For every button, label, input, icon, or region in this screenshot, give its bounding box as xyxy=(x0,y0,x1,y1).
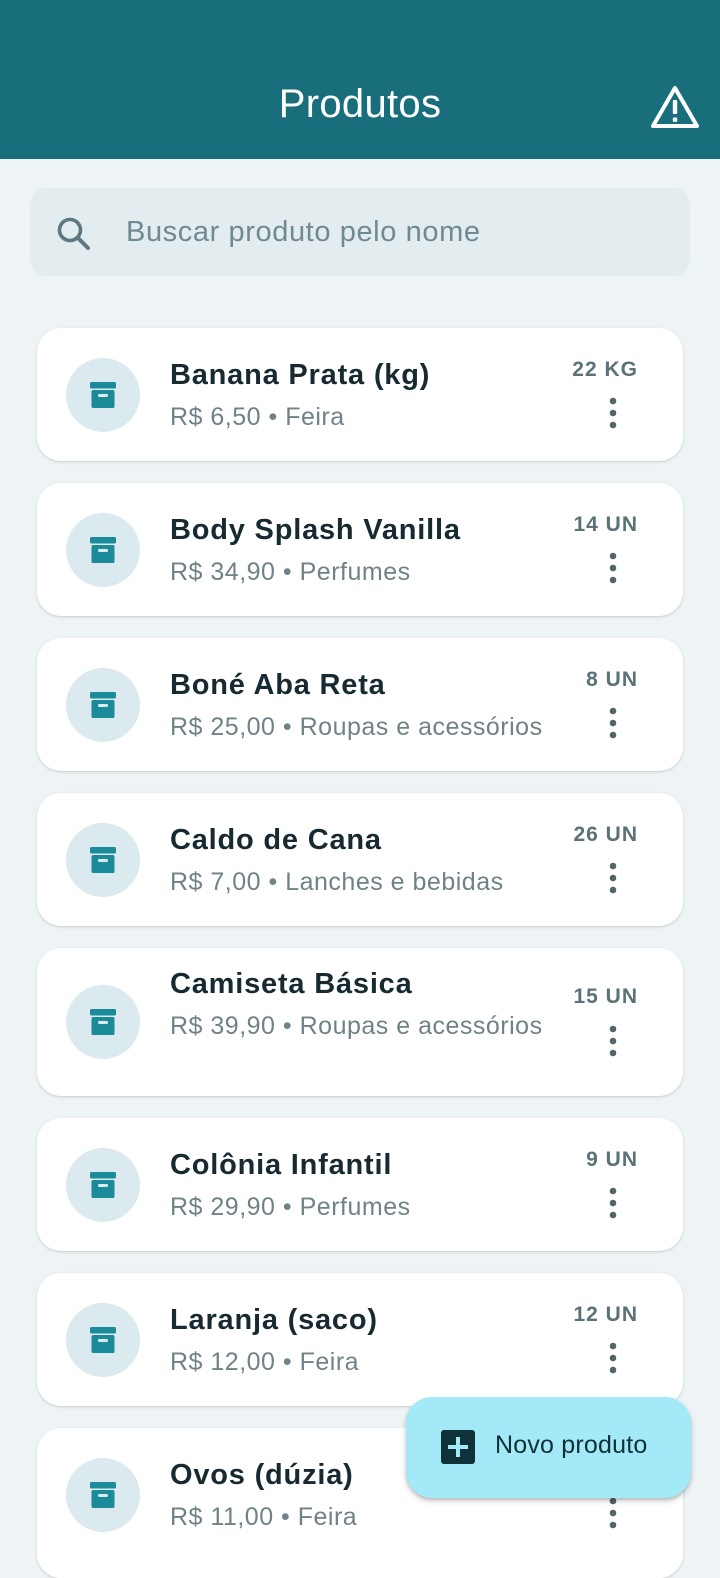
product-card[interactable]: Boné Aba Reta R$ 25,00 • Roupas e acessó… xyxy=(37,638,683,771)
more-vert-icon xyxy=(609,1497,617,1529)
archive-box-icon xyxy=(90,1327,116,1353)
new-product-label: Novo produto xyxy=(495,1431,648,1459)
more-vert-icon xyxy=(609,862,617,894)
archive-box-icon xyxy=(90,692,116,718)
new-product-button[interactable]: Novo produto xyxy=(406,1397,691,1498)
product-name: Body Splash Vanilla xyxy=(170,514,461,546)
more-vert-icon xyxy=(609,1342,617,1374)
product-avatar xyxy=(66,668,140,742)
more-options-button[interactable] xyxy=(599,703,627,743)
product-name: Boné Aba Reta xyxy=(170,669,386,701)
product-name: Laranja (saco) xyxy=(170,1304,378,1336)
product-avatar xyxy=(66,1458,140,1532)
product-name: Caldo de Cana xyxy=(170,824,382,856)
product-card[interactable]: Body Splash Vanilla R$ 34,90 • Perfumes … xyxy=(37,483,683,616)
product-quantity: 8 UN xyxy=(586,668,638,691)
product-avatar xyxy=(66,985,140,1059)
more-vert-icon xyxy=(609,552,617,584)
search-icon xyxy=(57,217,90,250)
archive-box-icon xyxy=(90,1009,116,1035)
more-options-button[interactable] xyxy=(599,1183,627,1223)
product-subtitle: R$ 6,50 • Feira xyxy=(170,403,345,431)
product-subtitle: R$ 25,00 • Roupas e acessórios xyxy=(170,713,543,741)
product-subtitle: R$ 7,00 • Lanches e bebidas xyxy=(170,868,504,896)
archive-box-icon xyxy=(90,847,116,873)
product-card[interactable]: Caldo de Cana R$ 7,00 • Lanches e bebida… xyxy=(37,793,683,926)
product-name: Ovos (dúzia) xyxy=(170,1459,354,1491)
warning-button[interactable] xyxy=(650,84,700,130)
product-avatar xyxy=(66,1148,140,1222)
product-card[interactable]: Laranja (saco) R$ 12,00 • Feira 12 UN xyxy=(37,1273,683,1406)
product-avatar xyxy=(66,823,140,897)
product-subtitle: R$ 39,90 • Roupas e acessórios xyxy=(170,1012,543,1040)
warning-icon xyxy=(651,86,699,128)
archive-box-icon xyxy=(90,1172,116,1198)
more-vert-icon xyxy=(609,1187,617,1219)
add-box-icon xyxy=(441,1430,475,1464)
product-name: Camiseta Básica xyxy=(170,968,413,1000)
more-options-button[interactable] xyxy=(599,1021,627,1061)
product-subtitle: R$ 29,90 • Perfumes xyxy=(170,1193,411,1221)
product-card[interactable]: Colônia Infantil R$ 29,90 • Perfumes 9 U… xyxy=(37,1118,683,1251)
app-bar: Produtos xyxy=(0,0,720,159)
product-quantity: 26 UN xyxy=(573,823,638,846)
product-subtitle: R$ 12,00 • Feira xyxy=(170,1348,360,1376)
archive-box-icon xyxy=(90,537,116,563)
more-options-button[interactable] xyxy=(599,393,627,433)
more-vert-icon xyxy=(609,1025,617,1057)
product-quantity: 14 UN xyxy=(573,513,638,536)
product-name: Colônia Infantil xyxy=(170,1149,393,1181)
search-bar[interactable] xyxy=(30,188,690,276)
product-quantity: 9 UN xyxy=(586,1148,638,1171)
product-avatar xyxy=(66,1303,140,1377)
product-quantity: 22 KG xyxy=(572,358,638,381)
product-avatar xyxy=(66,358,140,432)
more-options-button[interactable] xyxy=(599,548,627,588)
product-subtitle: R$ 11,00 • Feira xyxy=(170,1503,358,1531)
product-quantity: 12 UN xyxy=(573,1303,638,1326)
page-title: Produtos xyxy=(278,82,442,126)
archive-box-icon xyxy=(90,382,116,408)
product-quantity: 15 UN xyxy=(573,985,638,1008)
more-options-button[interactable] xyxy=(599,1338,627,1378)
more-options-button[interactable] xyxy=(599,1493,627,1533)
product-card[interactable]: Camiseta Básica R$ 39,90 • Roupas e aces… xyxy=(37,948,683,1096)
archive-box-icon xyxy=(90,1482,116,1508)
more-vert-icon xyxy=(609,707,617,739)
product-card[interactable]: Banana Prata (kg) R$ 6,50 • Feira 22 KG xyxy=(37,328,683,461)
product-name: Banana Prata (kg) xyxy=(170,359,431,391)
search-input[interactable] xyxy=(126,188,666,276)
more-options-button[interactable] xyxy=(599,858,627,898)
product-avatar xyxy=(66,513,140,587)
product-subtitle: R$ 34,90 • Perfumes xyxy=(170,558,411,586)
more-vert-icon xyxy=(609,397,617,429)
